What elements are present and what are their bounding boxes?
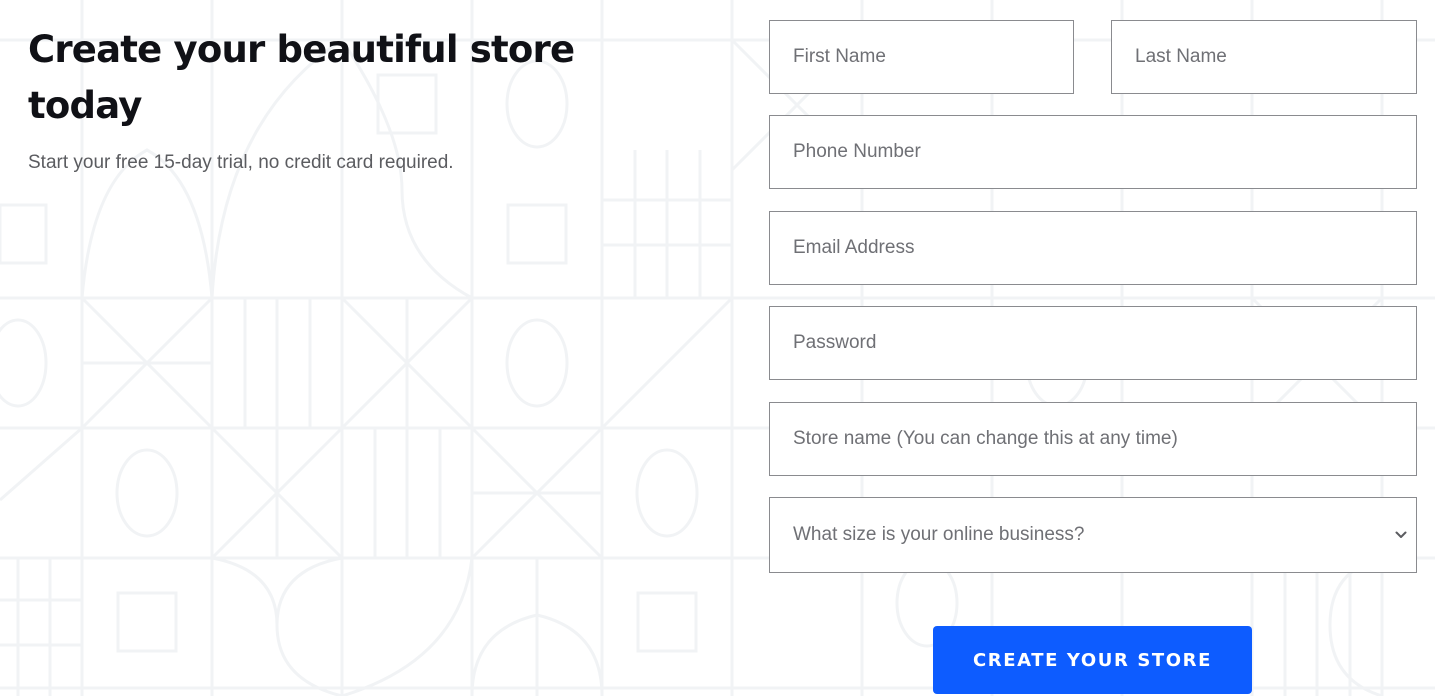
phone-number-placeholder: Phone Number [793,141,921,162]
page-title: Create your beautiful store today [28,28,575,127]
chevron-down-icon [1394,528,1408,542]
password-input[interactable]: Password [769,306,1417,380]
store-name-placeholder: Store name (You can change this at any t… [793,428,1178,449]
last-name-placeholder: Last Name [1135,46,1227,67]
first-name-placeholder: First Name [793,46,886,67]
phone-number-input[interactable]: Phone Number [769,115,1417,189]
signup-page: Create your beautiful store today Start … [0,0,1435,696]
create-store-button[interactable]: CREATE YOUR STORE [933,626,1252,694]
business-size-selected-value: What size is your online business? [793,524,1085,545]
last-name-input[interactable]: Last Name [1111,20,1417,94]
email-address-input[interactable]: Email Address [769,211,1417,285]
business-size-select[interactable]: What size is your online business? [769,497,1417,573]
password-placeholder: Password [793,332,877,353]
email-address-placeholder: Email Address [793,237,915,258]
page-subtitle: Start your free 15-day trial, no credit … [28,152,454,173]
hero-section: Create your beautiful store today Start … [28,22,588,174]
store-name-input[interactable]: Store name (You can change this at any t… [769,402,1417,476]
first-name-input[interactable]: First Name [769,20,1074,94]
